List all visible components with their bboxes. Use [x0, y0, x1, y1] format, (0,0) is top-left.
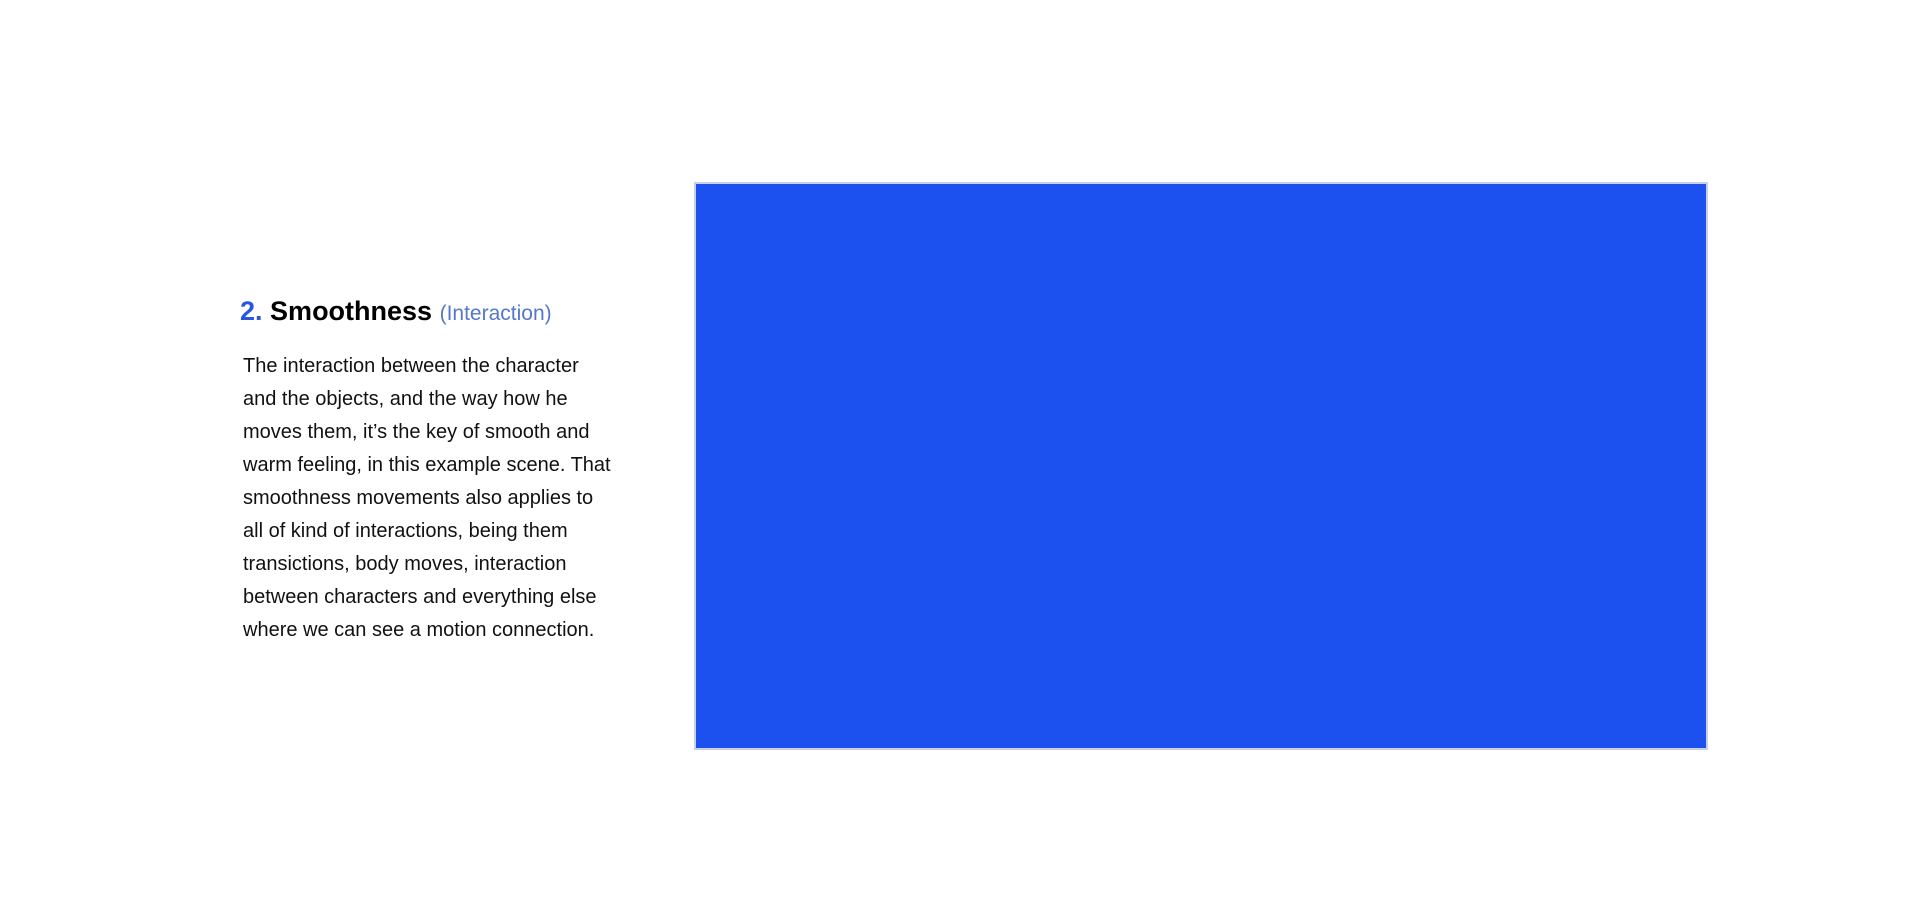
section-text-block: 2. Smoothness (Interaction) The interact… [240, 295, 620, 647]
media-panel[interactable] [694, 182, 1708, 750]
section-title: Smoothness [270, 296, 433, 326]
section-number: 2. [240, 296, 263, 326]
section-subtitle: (Interaction) [439, 302, 552, 325]
section-description: The interaction between the character an… [243, 355, 611, 641]
section-heading: 2. Smoothness (Interaction) [240, 295, 620, 330]
